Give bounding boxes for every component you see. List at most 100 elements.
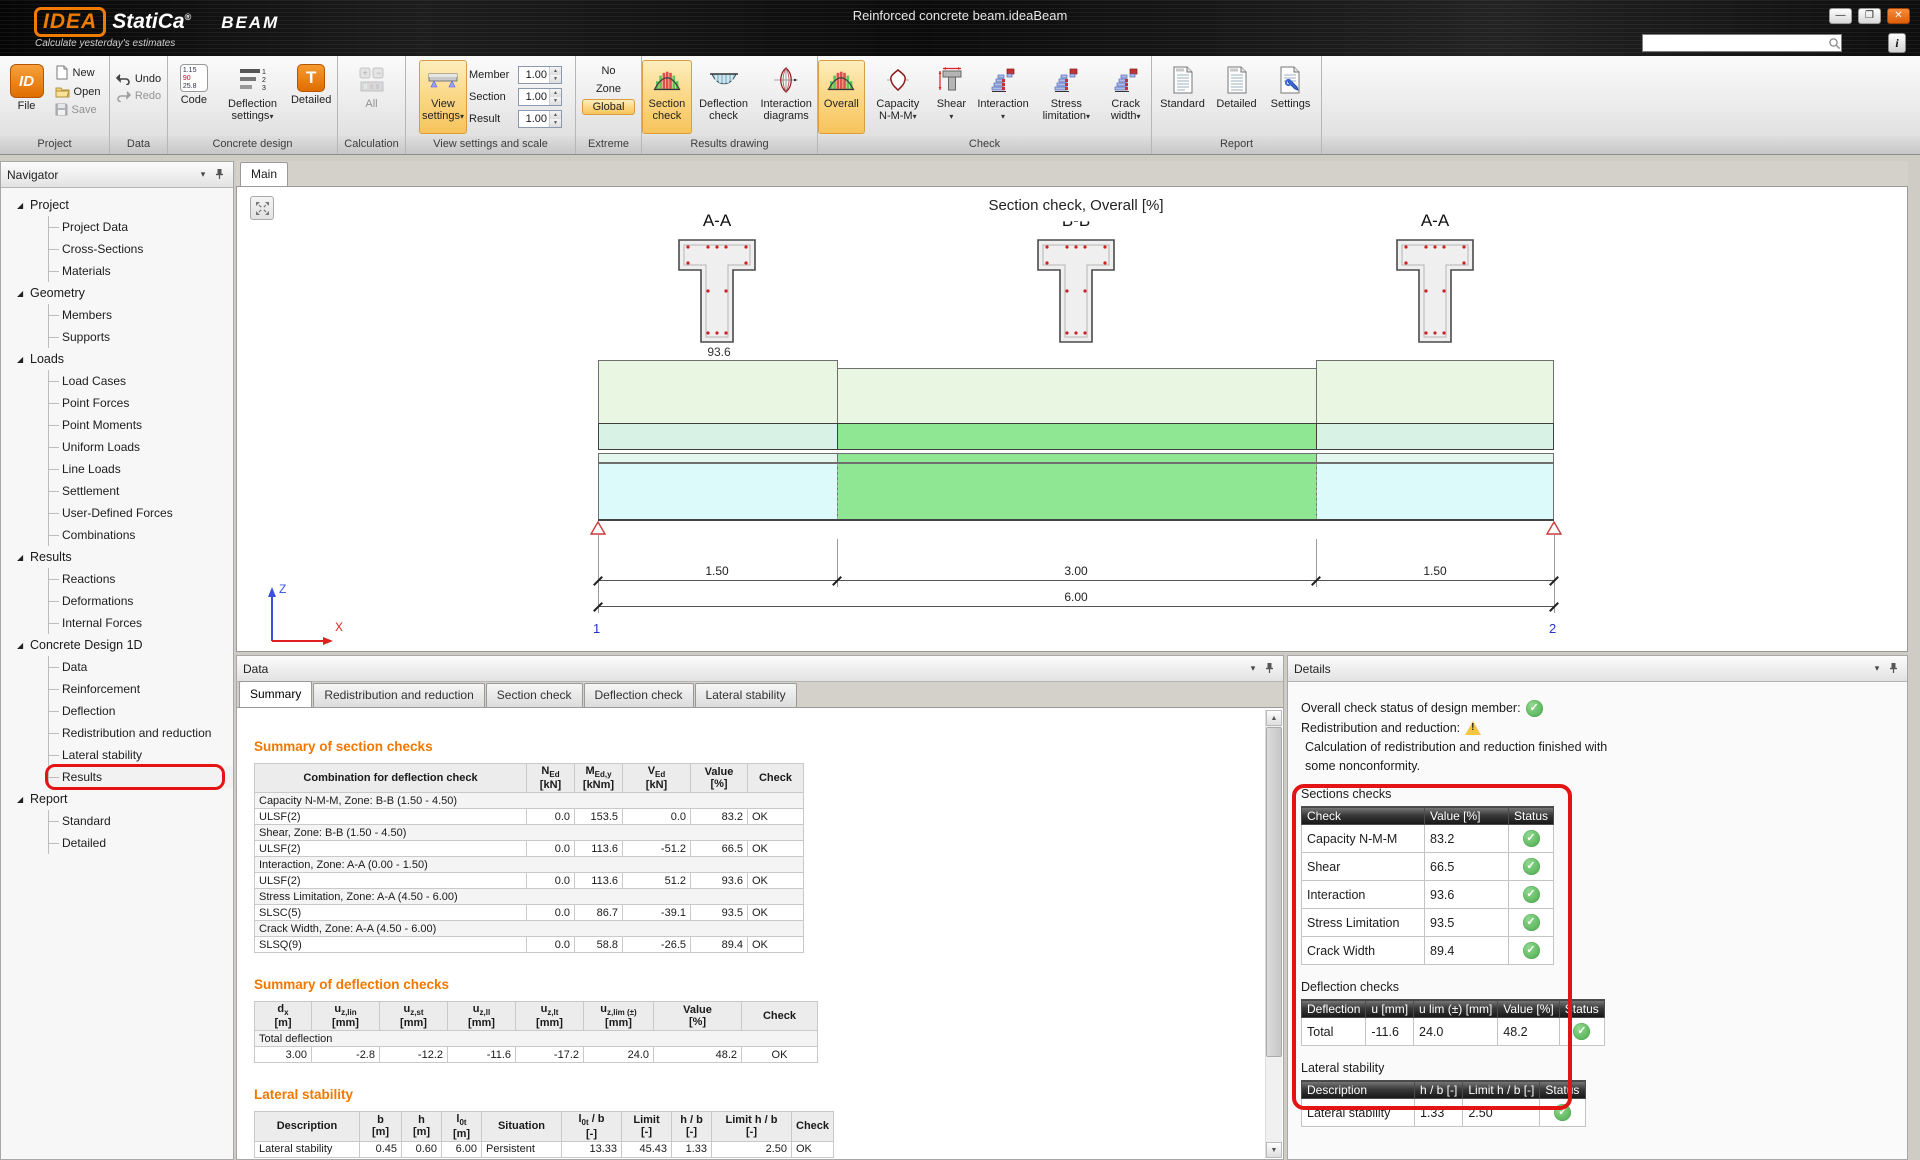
open-button[interactable]: Open — [51, 84, 105, 99]
nav-item-concrete-design-1d-reinforcement[interactable]: Reinforcement — [49, 678, 233, 700]
fit-view-button[interactable] — [250, 196, 274, 220]
nav-group-project[interactable]: ◢Project — [1, 194, 233, 216]
scrollbar-thumb[interactable] — [1266, 727, 1282, 1057]
nav-item-loads-load-cases[interactable]: Load Cases — [49, 370, 233, 392]
spin-down-icon[interactable]: ▼ — [550, 97, 561, 105]
nav-item-loads-line-loads[interactable]: Line Loads — [49, 458, 233, 480]
nav-item-concrete-design-1d-lateral-stability[interactable]: Lateral stability — [49, 744, 233, 766]
overall-status-label: Overall check status of design member: — [1301, 701, 1521, 715]
beam-canvas[interactable]: Section check, Overall [%] A-A B-B A-A 9… — [236, 186, 1908, 652]
nav-item-loads-uniform-loads[interactable]: Uniform Loads — [49, 436, 233, 458]
nav-item-report-standard[interactable]: Standard — [49, 810, 233, 832]
panel-menu-icon[interactable]: ▾ — [1869, 663, 1885, 674]
code-button[interactable]: 1.159025.8 Code — [168, 60, 220, 134]
extreme-global-button[interactable]: Global — [582, 99, 636, 115]
close-button[interactable]: ✕ — [1887, 8, 1910, 24]
maximize-button[interactable]: ❐ — [1858, 8, 1881, 24]
deflection-check-button[interactable]: Deflectioncheck — [694, 60, 754, 134]
nav-item-results-internal-forces[interactable]: Internal Forces — [49, 612, 233, 634]
tab-deflection-check[interactable]: Deflection check — [584, 683, 694, 707]
crack-width-button[interactable]: Crackwidth▾ — [1100, 60, 1151, 134]
interaction-check-button[interactable]: Interaction▾ — [974, 60, 1032, 134]
cell: 153.5 — [575, 809, 623, 825]
pin-icon[interactable] — [211, 168, 227, 182]
scrollbar[interactable]: ▲ ▼ — [1265, 710, 1282, 1158]
capacity-nmm-button[interactable]: CapacityN-M-M▾ — [867, 60, 929, 134]
nav-item-loads-point-moments[interactable]: Point Moments — [49, 414, 233, 436]
expand-icon[interactable]: ◢ — [17, 201, 30, 210]
tab-section-check[interactable]: Section check — [486, 683, 583, 707]
extreme-zone-button[interactable]: Zone — [582, 81, 636, 97]
result-scale-input[interactable]: 1.00 ▲▼ — [518, 110, 562, 128]
new-button[interactable]: New — [51, 64, 105, 81]
expand-icon[interactable]: ◢ — [17, 355, 30, 364]
tab-redistribution-and-reduction[interactable]: Redistribution and reduction — [313, 683, 484, 707]
nav-item-loads-user-defined-forces[interactable]: User-Defined Forces — [49, 502, 233, 524]
nav-item-concrete-design-1d-data[interactable]: Data — [49, 656, 233, 678]
group-row-label: Shear, Zone: B-B (1.50 - 4.50) — [255, 825, 804, 841]
nav-item-loads-point-forces[interactable]: Point Forces — [49, 392, 233, 414]
spin-down-icon[interactable]: ▼ — [550, 119, 561, 127]
nav-item-project-materials[interactable]: Materials — [49, 260, 233, 282]
spin-down-icon[interactable]: ▼ — [550, 75, 561, 83]
deflection-settings-button[interactable]: 123 Deflectionsettings▾ — [222, 60, 284, 134]
view-settings-button[interactable]: Viewsettings▾ — [419, 60, 467, 134]
nav-item-geometry-supports[interactable]: Supports — [49, 326, 233, 348]
interaction-diagrams-button[interactable]: Interactiondiagrams — [755, 60, 817, 134]
nav-item-concrete-design-1d-redistribution-and-reduction[interactable]: Redistribution and reduction — [49, 722, 233, 744]
spin-up-icon[interactable]: ▲ — [550, 111, 561, 119]
scroll-up-icon[interactable]: ▲ — [1266, 710, 1282, 726]
report-settings-button[interactable]: Settings — [1265, 60, 1317, 134]
search-box[interactable] — [1642, 34, 1842, 52]
nav-group-report[interactable]: ◢Report — [1, 788, 233, 810]
expand-icon[interactable]: ◢ — [17, 795, 30, 804]
tab-lateral-stability[interactable]: Lateral stability — [695, 683, 797, 707]
spin-up-icon[interactable]: ▲ — [550, 67, 561, 75]
nav-group-results[interactable]: ◢Results — [1, 546, 233, 568]
nav-item-concrete-design-1d-results[interactable]: Results — [49, 766, 233, 788]
stress-limitation-button[interactable]: Stresslimitation▾ — [1034, 60, 1098, 134]
nav-item-project-cross-sections[interactable]: Cross-Sections — [49, 238, 233, 260]
pin-icon[interactable] — [1885, 662, 1901, 676]
section-check-button[interactable]: Sectioncheck — [642, 60, 692, 134]
save-button[interactable]: Save — [51, 102, 105, 117]
detailed-report-button[interactable]: Detailed — [1211, 60, 1263, 134]
file-button[interactable]: ID File — [5, 60, 49, 134]
nav-item-loads-settlement[interactable]: Settlement — [49, 480, 233, 502]
nav-item-concrete-design-1d-deflection[interactable]: Deflection — [49, 700, 233, 722]
nav-item-report-detailed[interactable]: Detailed — [49, 832, 233, 854]
panel-menu-icon[interactable]: ▾ — [195, 169, 211, 180]
nav-item-geometry-members[interactable]: Members — [49, 304, 233, 326]
minimize-button[interactable]: — — [1829, 8, 1852, 24]
search-input[interactable] — [1643, 36, 1828, 50]
calculate-all-button[interactable]: +− All — [346, 60, 398, 134]
member-scale-input[interactable]: 1.00 ▲▼ — [518, 66, 562, 84]
pin-icon[interactable] — [1261, 662, 1277, 676]
nav-group-concrete-design-1d[interactable]: ◢Concrete Design 1D — [1, 634, 233, 656]
nav-group-loads[interactable]: ◢Loads — [1, 348, 233, 370]
standard-report-button[interactable]: Standard — [1157, 60, 1209, 134]
tab-main[interactable]: Main — [240, 162, 288, 186]
expand-icon[interactable]: ◢ — [17, 289, 30, 298]
undo-button[interactable]: Undo — [112, 72, 165, 86]
tab-summary[interactable]: Summary — [239, 681, 312, 707]
panel-menu-icon[interactable]: ▾ — [1245, 663, 1261, 674]
spin-up-icon[interactable]: ▲ — [550, 89, 561, 97]
expand-icon[interactable]: ◢ — [17, 641, 30, 650]
scroll-down-icon[interactable]: ▼ — [1266, 1142, 1282, 1158]
cell: 1.33 — [672, 1141, 712, 1157]
nav-item-project-project-data[interactable]: Project Data — [49, 216, 233, 238]
nav-group-geometry[interactable]: ◢Geometry — [1, 282, 233, 304]
section-scale-input[interactable]: 1.00 ▲▼ — [518, 88, 562, 106]
overall-check-button[interactable]: Overall — [818, 60, 865, 134]
nav-item-results-deformations[interactable]: Deformations — [49, 590, 233, 612]
expand-icon[interactable]: ◢ — [17, 553, 30, 562]
cell: 0.0 — [527, 809, 575, 825]
shear-check-button[interactable]: Shear▾ — [931, 60, 972, 134]
redo-button[interactable]: Redo — [112, 89, 165, 103]
extreme-no-button[interactable]: No — [582, 63, 636, 79]
nav-item-loads-combinations[interactable]: Combinations — [49, 524, 233, 546]
nav-item-results-reactions[interactable]: Reactions — [49, 568, 233, 590]
info-button[interactable]: i — [1888, 33, 1906, 53]
detailed-design-button[interactable]: T Detailed — [285, 60, 337, 134]
